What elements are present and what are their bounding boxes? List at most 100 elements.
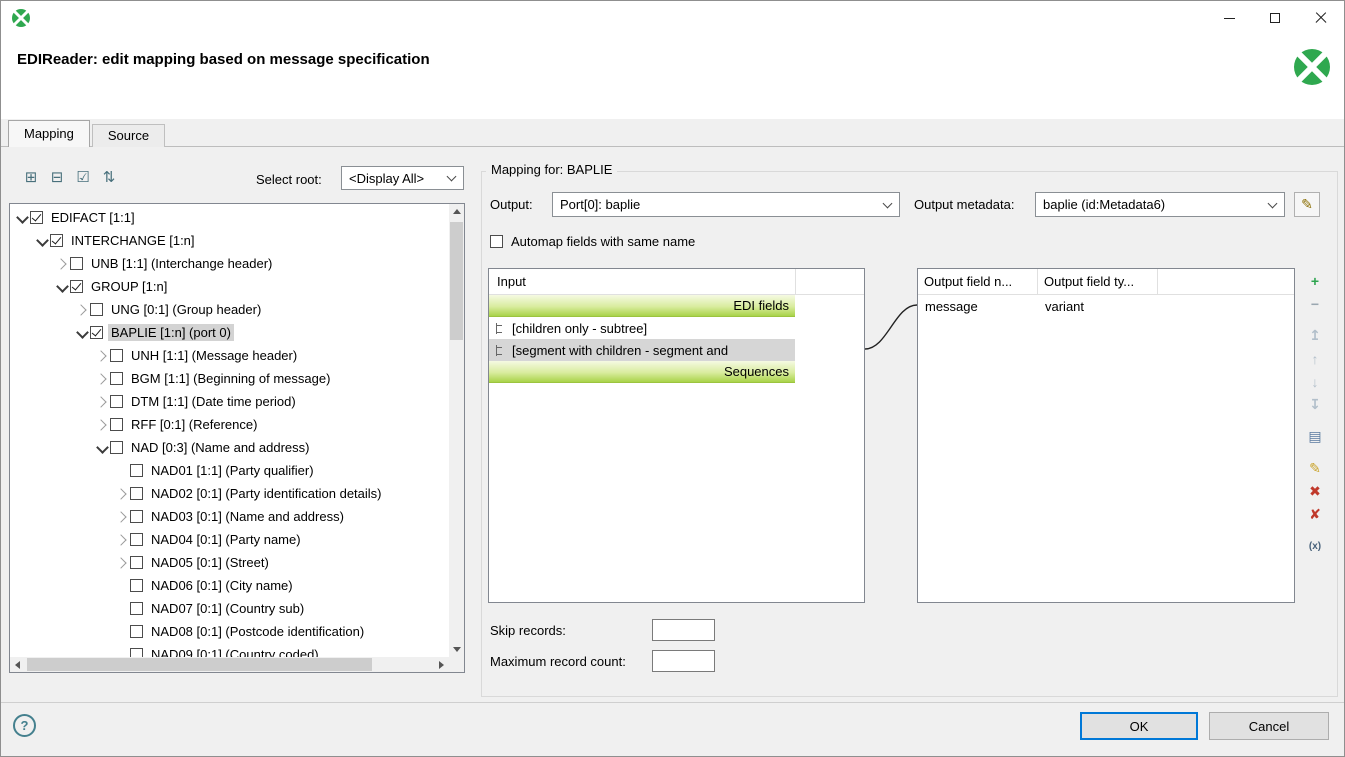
scroll-up-button[interactable] <box>449 204 464 219</box>
chevron-down-icon[interactable] <box>54 279 70 295</box>
chevron-right-icon[interactable] <box>94 348 110 364</box>
tree-node-row[interactable]: UNB [1:1] (Interchange header) <box>10 252 449 275</box>
collapse-all-icon[interactable]: ⊟ <box>47 167 67 187</box>
tree-node-label[interactable]: DTM [1:1] (Date time period) <box>128 393 299 410</box>
tree-node-row[interactable]: DTM [1:1] (Date time period) <box>10 390 449 413</box>
tree-node-checkbox[interactable] <box>130 625 143 638</box>
help-icon[interactable]: ? <box>13 714 36 737</box>
input-category-row[interactable]: Sequences <box>489 361 795 383</box>
scroll-down-button[interactable] <box>449 642 464 657</box>
tree-node-checkbox[interactable] <box>130 533 143 546</box>
tree-node-checkbox[interactable] <box>110 395 123 408</box>
tree-node-label[interactable]: UNG [0:1] (Group header) <box>108 301 264 318</box>
tree-horizontal-scrollbar[interactable] <box>10 657 449 672</box>
clear-all-icon[interactable]: ✘ <box>1304 504 1326 525</box>
automap-icon[interactable]: ✎ <box>1304 458 1326 479</box>
tree-node-row[interactable]: NAD07 [0:1] (Country sub) <box>10 597 449 620</box>
tree-vertical-scrollbar[interactable] <box>449 204 464 657</box>
check-all-icon[interactable]: ☑ <box>73 167 93 187</box>
tree-node-checkbox[interactable] <box>110 441 123 454</box>
tree-node-checkbox[interactable] <box>130 510 143 523</box>
expand-all-icon[interactable]: ⊞ <box>21 167 41 187</box>
tree-node-row[interactable]: NAD09 [0:1] (Country coded) <box>10 643 449 657</box>
chevron-down-icon[interactable] <box>74 325 90 341</box>
tree-node-checkbox[interactable] <box>90 303 103 316</box>
chevron-down-icon[interactable] <box>14 210 30 226</box>
chevron-down-icon[interactable] <box>94 440 110 456</box>
output-column-header[interactable]: Output field n... <box>918 269 1038 295</box>
automap-checkbox[interactable] <box>490 235 503 248</box>
chevron-right-icon[interactable] <box>94 371 110 387</box>
output-field-row[interactable]: messagevariant <box>918 295 1294 317</box>
scroll-right-button[interactable] <box>434 657 449 672</box>
tree-node-row[interactable]: INTERCHANGE [1:n] <box>10 229 449 252</box>
tree-node-label[interactable]: BAPLIE [1:n] (port 0) <box>108 324 234 341</box>
maximize-button[interactable] <box>1252 1 1298 35</box>
copy-metadata-icon[interactable]: ▤ <box>1304 426 1326 447</box>
tab-source[interactable]: Source <box>92 124 165 147</box>
ok-button[interactable]: OK <box>1080 712 1198 740</box>
tree-node-label[interactable]: INTERCHANGE [1:n] <box>68 232 198 249</box>
tree-node-label[interactable]: NAD06 [0:1] (City name) <box>148 577 296 594</box>
tree-node-checkbox[interactable] <box>130 648 143 657</box>
tree-node-checkbox[interactable] <box>130 579 143 592</box>
select-root-dropdown[interactable]: <Display All> <box>341 166 464 190</box>
tree-node-checkbox[interactable] <box>70 257 83 270</box>
input-item-row[interactable]: [segment with children - segment and <box>489 339 795 361</box>
input-category-row[interactable]: EDI fields <box>489 295 795 317</box>
tree-node-checkbox[interactable] <box>130 464 143 477</box>
tab-mapping[interactable]: Mapping <box>8 120 90 147</box>
tree-node-row[interactable]: NAD04 [0:1] (Party name) <box>10 528 449 551</box>
tree-node-row[interactable]: NAD03 [0:1] (Name and address) <box>10 505 449 528</box>
chevron-right-icon[interactable] <box>54 256 70 272</box>
sort-icon[interactable]: ⇅ <box>99 167 119 187</box>
tree-node-label[interactable]: NAD07 [0:1] (Country sub) <box>148 600 307 617</box>
chevron-right-icon[interactable] <box>114 532 130 548</box>
tree-node-checkbox[interactable] <box>130 487 143 500</box>
tree-node-label[interactable]: NAD04 [0:1] (Party name) <box>148 531 304 548</box>
move-bottom-icon[interactable]: ↧ <box>1304 394 1326 415</box>
tree-node-row[interactable]: NAD05 [0:1] (Street) <box>10 551 449 574</box>
scroll-left-button[interactable] <box>10 657 25 672</box>
tree-node-row[interactable]: GROUP [1:n] <box>10 275 449 298</box>
close-button[interactable] <box>1298 1 1344 35</box>
tree-node-checkbox[interactable] <box>110 372 123 385</box>
minimize-button[interactable] <box>1206 1 1252 35</box>
max-record-count-input[interactable] <box>652 650 715 672</box>
tree-node-row[interactable]: NAD [0:3] (Name and address) <box>10 436 449 459</box>
vertical-scroll-thumb[interactable] <box>450 222 463 340</box>
tree-node-row[interactable]: UNG [0:1] (Group header) <box>10 298 449 321</box>
skip-records-input[interactable] <box>652 619 715 641</box>
tree-node-row[interactable]: NAD01 [1:1] (Party qualifier) <box>10 459 449 482</box>
tree-node-label[interactable]: NAD01 [1:1] (Party qualifier) <box>148 462 317 479</box>
add-icon[interactable]: + <box>1304 270 1326 291</box>
tree-node-row[interactable]: NAD08 [0:1] (Postcode identification) <box>10 620 449 643</box>
tree-node-label[interactable]: NAD [0:3] (Name and address) <box>128 439 312 456</box>
tree-node-label[interactable]: GROUP [1:n] <box>88 278 170 295</box>
output-column-header[interactable]: Output field ty... <box>1038 269 1158 295</box>
tree-node-checkbox[interactable] <box>130 602 143 615</box>
tree-node-row[interactable]: EDIFACT [1:1] <box>10 206 449 229</box>
tree-node-checkbox[interactable] <box>130 556 143 569</box>
tree-node-row[interactable]: RFF [0:1] (Reference) <box>10 413 449 436</box>
chevron-right-icon[interactable] <box>94 417 110 433</box>
tree-node-checkbox[interactable] <box>50 234 63 247</box>
move-top-icon[interactable]: ↥ <box>1304 325 1326 346</box>
tree-node-checkbox[interactable] <box>30 211 43 224</box>
tree-node-label[interactable]: NAD08 [0:1] (Postcode identification) <box>148 623 367 640</box>
output-port-dropdown[interactable]: Port[0]: baplie <box>552 192 900 217</box>
tree-node-checkbox[interactable] <box>110 349 123 362</box>
chevron-right-icon[interactable] <box>94 394 110 410</box>
chevron-down-icon[interactable] <box>34 233 50 249</box>
tree-node-label[interactable]: RFF [0:1] (Reference) <box>128 416 260 433</box>
tree-node-row[interactable]: BAPLIE [1:n] (port 0) <box>10 321 449 344</box>
edit-metadata-button[interactable]: ✎ <box>1294 192 1320 217</box>
horizontal-scroll-thumb[interactable] <box>27 658 372 671</box>
remove-icon[interactable]: − <box>1304 293 1326 314</box>
input-column-header[interactable]: Input <box>489 274 526 289</box>
tree-node-checkbox[interactable] <box>70 280 83 293</box>
clear-mapping-icon[interactable]: ✖ <box>1304 481 1326 502</box>
move-up-icon[interactable]: ↑ <box>1304 348 1326 369</box>
output-metadata-dropdown[interactable]: baplie (id:Metadata6) <box>1035 192 1285 217</box>
chevron-right-icon[interactable] <box>114 509 130 525</box>
